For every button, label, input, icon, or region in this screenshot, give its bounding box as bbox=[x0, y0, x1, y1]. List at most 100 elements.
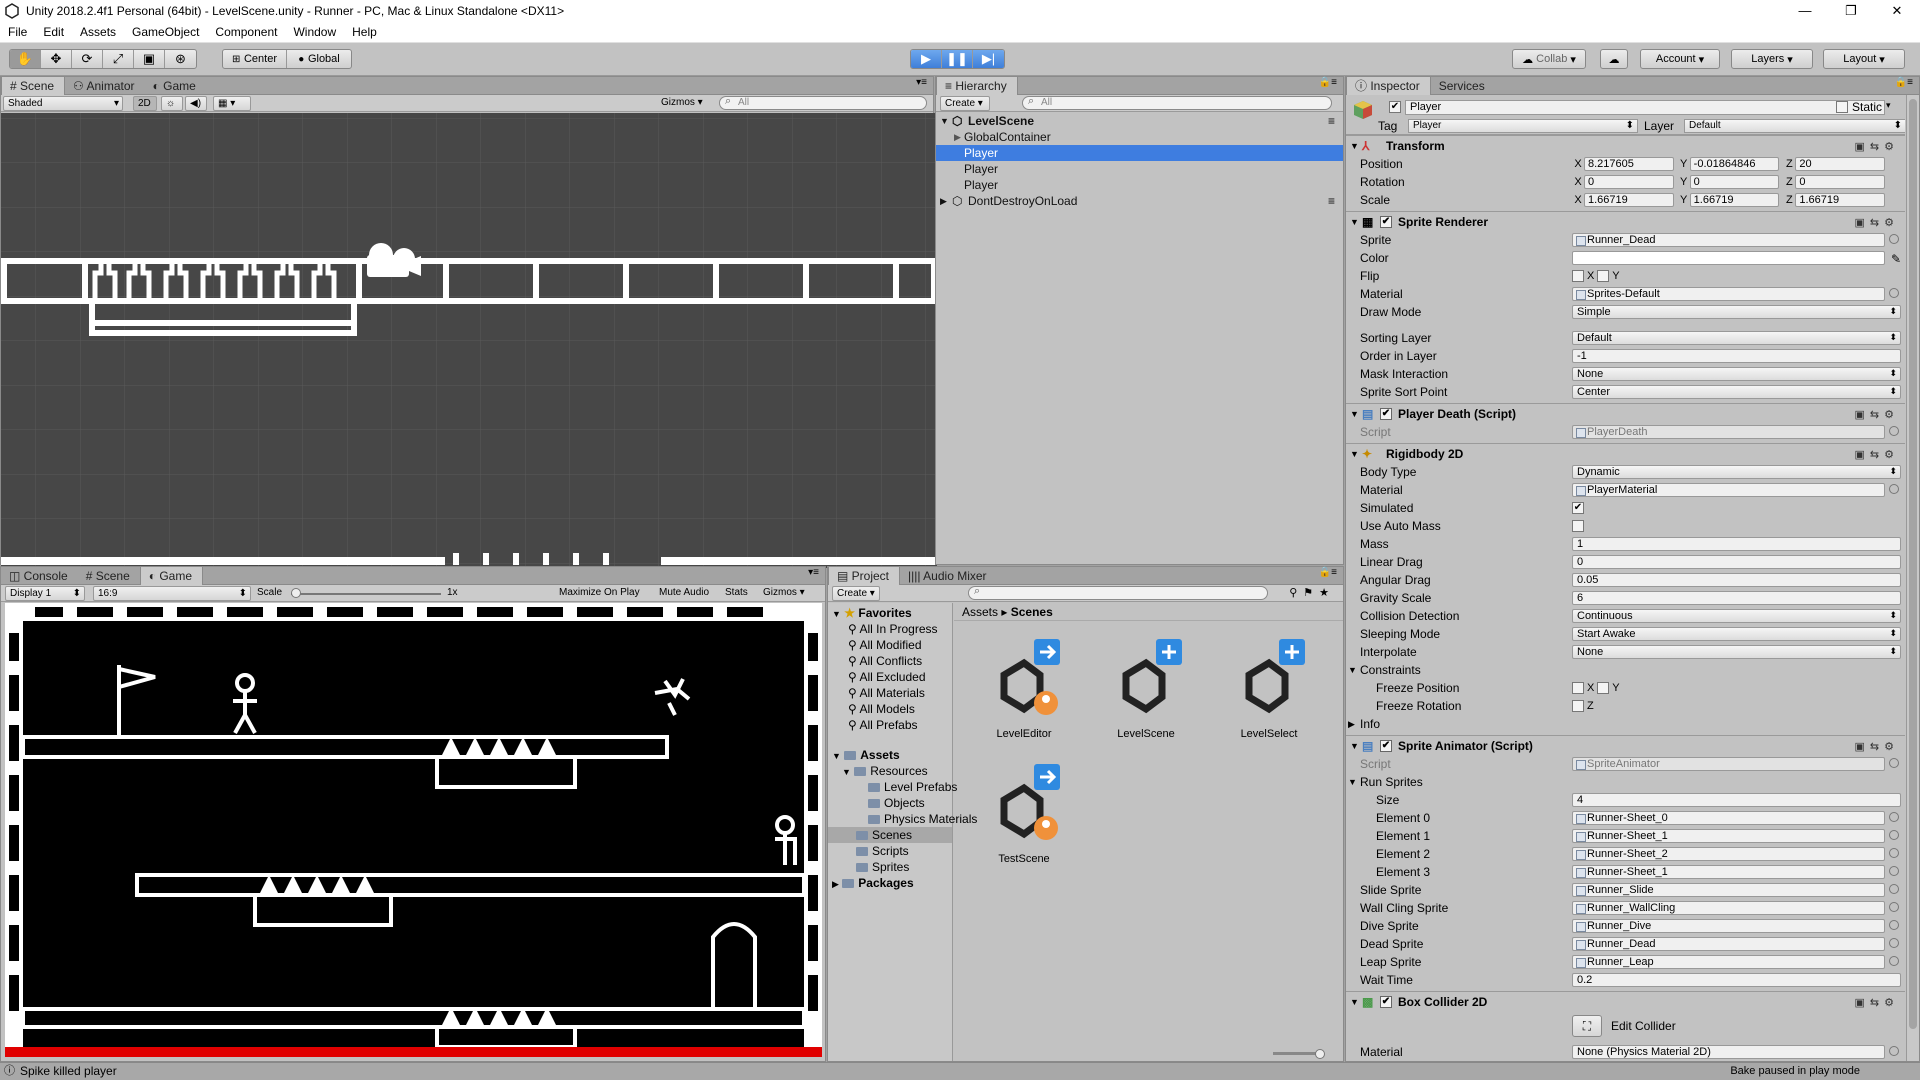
mode-2d-toggle[interactable]: 2D bbox=[133, 96, 157, 111]
expand-arrow-icon[interactable]: ▼ bbox=[1348, 773, 1357, 791]
flip-checkboxes[interactable]: X Y bbox=[1572, 267, 1620, 285]
freeze-rot-checkboxes[interactable]: Z bbox=[1572, 697, 1594, 715]
freeze-pos-checkboxes[interactable]: X Y bbox=[1572, 679, 1620, 697]
component-enabled-checkbox[interactable]: ✔ bbox=[1380, 740, 1392, 752]
scene-search-input[interactable]: All bbox=[719, 95, 927, 110]
position-x-field[interactable]: 8.217605 bbox=[1584, 157, 1674, 171]
run-sprites-row[interactable]: ▼ Run Sprites bbox=[1346, 773, 1905, 791]
favorite-item[interactable]: ⚲ All Excluded bbox=[848, 669, 926, 685]
favorite-item[interactable]: ⚲ All Materials bbox=[848, 685, 925, 701]
tab-scene-lower[interactable]: # Scene bbox=[78, 567, 140, 585]
packages-header[interactable]: ▶ Packages bbox=[832, 875, 914, 891]
rotation-z-field[interactable]: 0 bbox=[1795, 175, 1886, 189]
element-field[interactable]: Runner-Sheet_1 bbox=[1572, 865, 1885, 879]
collapse-arrow-icon[interactable]: ▶ bbox=[954, 129, 961, 145]
expand-arrow-icon[interactable]: ▼ bbox=[1350, 136, 1359, 156]
move-tool-icon[interactable]: ✥ bbox=[41, 50, 72, 68]
active-checkbox[interactable]: ✔ bbox=[1389, 101, 1401, 113]
eyedropper-icon[interactable]: ✎ bbox=[1891, 250, 1901, 268]
aspect-dropdown[interactable]: 16:9 ⬍ bbox=[93, 586, 251, 601]
inspector-scrollbar[interactable] bbox=[1906, 95, 1919, 1061]
object-picker-icon[interactable] bbox=[1889, 848, 1899, 858]
icon-size-slider-thumb[interactable] bbox=[1315, 1049, 1325, 1059]
lighting-toggle-icon[interactable]: ☼ bbox=[161, 96, 183, 111]
slide-sprite-field[interactable]: Runner_Slide bbox=[1572, 883, 1885, 897]
object-picker-icon[interactable] bbox=[1889, 288, 1899, 298]
simulated-checkbox[interactable]: ✔ bbox=[1572, 502, 1584, 514]
component-menu-icons[interactable]: ▣⇆⚙ bbox=[1855, 993, 1899, 1013]
effects-dropdown-icon[interactable]: ▦ ▾ bbox=[213, 96, 251, 111]
menu-component[interactable]: Component bbox=[207, 25, 285, 39]
transform-tool-icon[interactable]: ⊛ bbox=[165, 50, 196, 68]
tab-game[interactable]: ◐ Game bbox=[145, 77, 206, 95]
display-dropdown[interactable]: Display 1 ⬍ bbox=[5, 586, 85, 601]
tab-animator[interactable]: ⚇ Animator bbox=[65, 77, 144, 95]
collision-dropdown[interactable]: Continuous bbox=[1572, 609, 1901, 623]
object-picker-icon[interactable] bbox=[1889, 812, 1899, 822]
breadcrumb-scenes[interactable]: Scenes bbox=[1011, 605, 1053, 619]
layout-dropdown[interactable]: Layout ▾ bbox=[1823, 49, 1905, 69]
dead-sprite-field[interactable]: Runner_Dead bbox=[1572, 937, 1885, 951]
object-picker-icon[interactable] bbox=[1889, 830, 1899, 840]
collapse-arrow-icon[interactable]: ▶ bbox=[1348, 715, 1355, 733]
freeze-z-checkbox[interactable] bbox=[1572, 700, 1584, 713]
tab-game-lower[interactable]: ◐ Game bbox=[139, 567, 204, 585]
rect-tool-icon[interactable]: ▣ bbox=[134, 50, 165, 68]
cloud-button[interactable]: ☁ bbox=[1600, 49, 1628, 69]
position-z-field[interactable]: 20 bbox=[1795, 157, 1886, 171]
folder-resources[interactable]: ▼ Resources bbox=[842, 763, 928, 779]
object-picker-icon[interactable] bbox=[1889, 920, 1899, 930]
folder-objects[interactable]: Objects bbox=[868, 795, 925, 811]
rb-material-field[interactable]: PlayerMaterial bbox=[1572, 483, 1885, 497]
audio-toggle-icon[interactable]: ◀) bbox=[185, 96, 207, 111]
folder-scripts[interactable]: Scripts bbox=[856, 843, 909, 859]
hierarchy-item-player[interactable]: Player bbox=[936, 161, 1343, 177]
pause-button-icon[interactable]: ❚❚ bbox=[942, 50, 973, 68]
hierarchy-search-input[interactable]: All bbox=[1022, 95, 1332, 110]
hierarchy-scene-row[interactable]: ▼ ⬡ LevelScene ≡ bbox=[936, 113, 1343, 129]
sprite-field[interactable]: Runner_Dead bbox=[1572, 233, 1885, 247]
menu-edit[interactable]: Edit bbox=[35, 25, 72, 39]
scene-asset-levelscene[interactable]: LevelScene bbox=[1106, 635, 1186, 755]
hierarchy-lock-icon[interactable]: 🔒≡ bbox=[1319, 77, 1343, 94]
sprite-renderer-header[interactable]: ▼ ▦ ✔ Sprite Renderer ▣⇆⚙ bbox=[1346, 211, 1905, 231]
object-picker-icon[interactable] bbox=[1889, 884, 1899, 894]
menu-gameobject[interactable]: GameObject bbox=[124, 25, 207, 39]
object-picker-icon[interactable] bbox=[1889, 902, 1899, 912]
body-type-dropdown[interactable]: Dynamic bbox=[1572, 465, 1901, 479]
component-enabled-checkbox[interactable]: ✔ bbox=[1380, 408, 1392, 420]
info-row[interactable]: ▶ Info bbox=[1346, 715, 1905, 733]
stats-toggle[interactable]: Stats bbox=[721, 586, 755, 601]
tab-project[interactable]: ▤ Project bbox=[828, 567, 901, 585]
game-gizmos-dropdown[interactable]: Gizmos ▾ bbox=[759, 586, 815, 601]
box-collider-header[interactable]: ▼ ▩ ✔ Box Collider 2D ▣⇆⚙ bbox=[1346, 991, 1905, 1011]
tab-audio-mixer[interactable]: |||| Audio Mixer bbox=[900, 567, 997, 585]
hierarchy-create-button[interactable]: Create ▾ bbox=[940, 96, 990, 111]
game-panel-menu-icon[interactable]: ▾≡ bbox=[808, 567, 825, 584]
expand-arrow-icon[interactable]: ▼ bbox=[1350, 736, 1359, 756]
menu-assets[interactable]: Assets bbox=[72, 25, 124, 39]
edit-collider-button[interactable]: ⛶ bbox=[1572, 1015, 1602, 1037]
rotation-y-field[interactable]: 0 bbox=[1689, 175, 1780, 189]
scale-slider-thumb[interactable] bbox=[291, 588, 301, 598]
play-button-icon[interactable]: ▶ bbox=[911, 50, 942, 68]
project-create-button[interactable]: Create ▾ bbox=[832, 586, 880, 601]
collapse-arrow-icon[interactable]: ▶ bbox=[940, 193, 947, 209]
expand-arrow-icon[interactable]: ▼ bbox=[1350, 992, 1359, 1012]
menu-help[interactable]: Help bbox=[344, 25, 385, 39]
object-picker-icon[interactable] bbox=[1889, 956, 1899, 966]
sort-point-dropdown[interactable]: Center bbox=[1572, 385, 1901, 399]
layers-dropdown[interactable]: Layers ▾ bbox=[1731, 49, 1813, 69]
menu-file[interactable]: File bbox=[0, 25, 35, 39]
hierarchy-dontdestroy-row[interactable]: ▶ ⬡ DontDestroyOnLoad ≡ bbox=[936, 193, 1343, 209]
component-enabled-checkbox[interactable]: ✔ bbox=[1380, 216, 1392, 228]
element-field[interactable]: Runner-Sheet_1 bbox=[1572, 829, 1885, 843]
breadcrumb-assets[interactable]: Assets bbox=[962, 605, 998, 619]
angular-drag-field[interactable]: 0.05 bbox=[1572, 573, 1901, 587]
scale-tool-icon[interactable]: ⤢ bbox=[103, 50, 134, 68]
mass-field[interactable]: 1 bbox=[1572, 537, 1901, 551]
favorite-item[interactable]: ⚲ All Modified bbox=[848, 637, 922, 653]
close-icon[interactable]: ✕ bbox=[1874, 3, 1920, 19]
scene-asset-testscene[interactable]: TestScene bbox=[984, 760, 1064, 880]
sleeping-dropdown[interactable]: Start Awake bbox=[1572, 627, 1901, 641]
